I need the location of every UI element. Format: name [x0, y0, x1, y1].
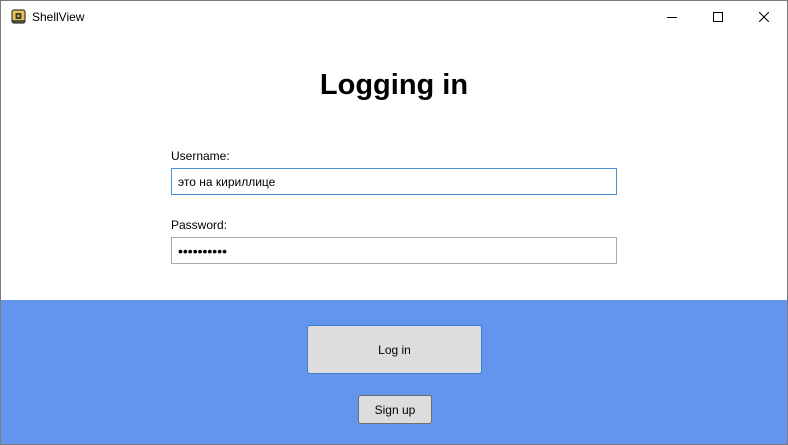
close-icon: [759, 12, 769, 22]
maximize-icon: [713, 12, 723, 22]
page-title: Logging in: [319, 69, 469, 101]
login-button[interactable]: Log in: [307, 325, 482, 374]
app-window: ShellView Logging in Username: Password:…: [0, 0, 788, 445]
lock-icon: [11, 9, 26, 24]
window-title: ShellView: [32, 10, 85, 24]
username-input[interactable]: [171, 168, 617, 195]
login-form: Logging in Username: Password:: [1, 33, 787, 300]
maximize-button[interactable]: [695, 1, 741, 33]
minimize-icon: [667, 17, 677, 18]
signup-button[interactable]: Sign up: [358, 395, 432, 424]
action-footer: Log in Sign up: [1, 300, 787, 444]
close-button[interactable]: [741, 1, 787, 33]
username-label: Username:: [171, 149, 230, 163]
password-input[interactable]: [171, 237, 617, 264]
password-label: Password:: [171, 218, 228, 232]
minimize-button[interactable]: [649, 1, 695, 33]
title-bar[interactable]: ShellView: [1, 1, 787, 33]
